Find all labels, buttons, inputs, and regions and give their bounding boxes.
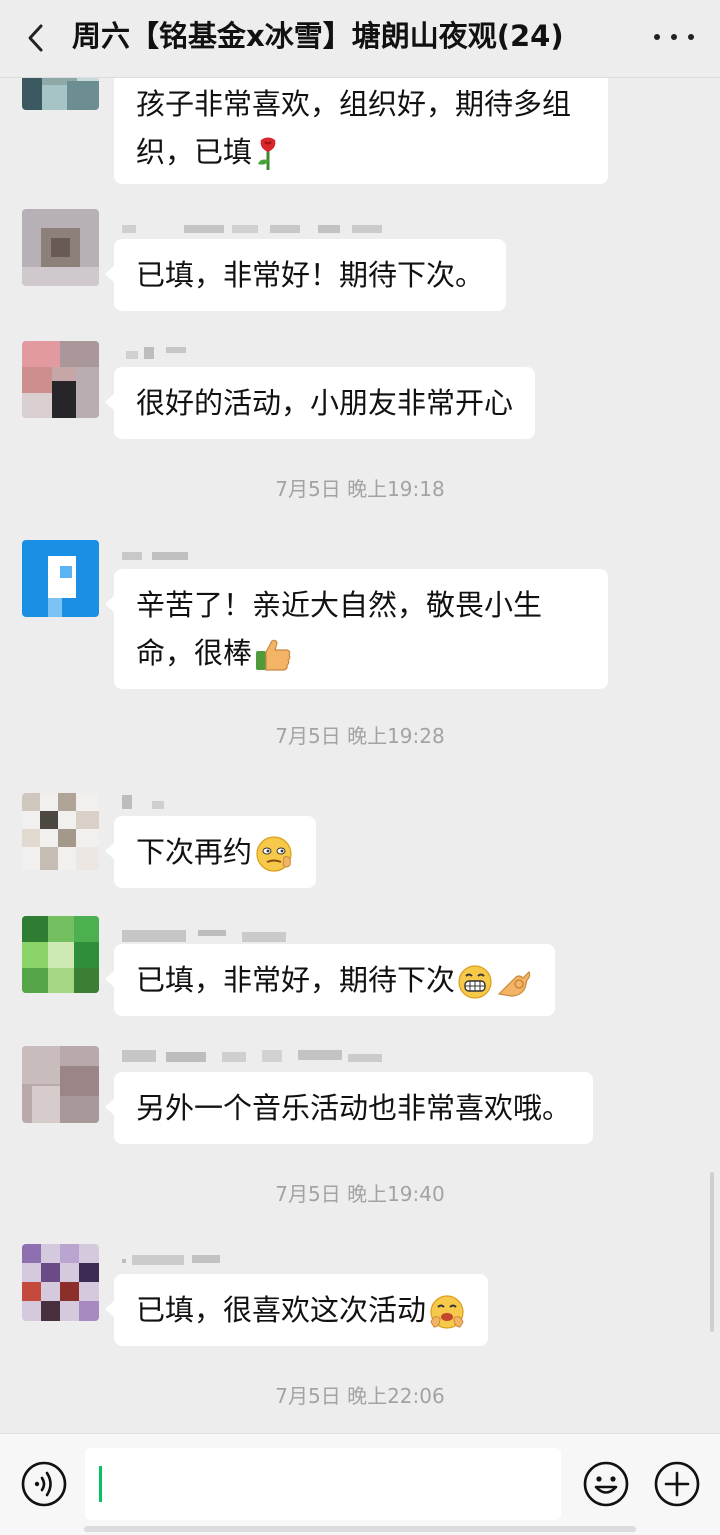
smirk-emoji-icon [256,836,292,872]
sender-name-blurred [122,1050,382,1062]
avatar[interactable] [22,78,99,110]
home-indicator [84,1526,636,1532]
message-text: 孩子非常喜欢，组织好，期待多组 [136,87,572,121]
avatar[interactable] [22,540,99,617]
grin-emoji-icon [458,965,492,999]
scrollbar[interactable] [710,1172,714,1332]
plus-icon [654,1461,700,1507]
more-button[interactable] [654,22,694,52]
message-text: 已填，非常好！期待下次。 [136,258,485,292]
avatar[interactable] [22,1244,99,1321]
sender-name-blurred [122,225,382,233]
timestamp: 7月5日 晚上19:28 [275,724,445,748]
more-dots-icon [654,34,660,40]
ok-hand-emoji-icon [497,970,531,997]
back-button[interactable] [18,20,54,56]
message-input[interactable] [85,1448,561,1520]
text-caret [99,1466,102,1502]
sender-name-blurred [126,347,186,359]
message-list[interactable]: 孩子非常喜欢，组织好，期待多组 织，已填 已填，非常好！期待下次。 很好的活动，… [0,78,720,1433]
message-bubble[interactable]: 已填，很喜欢这次活动 [104,1274,489,1346]
avatar[interactable] [22,1046,99,1123]
message-bubble[interactable]: 已填，非常好，期待下次 [104,944,556,1016]
message-text: 很好的活动，小朋友非常开心 [136,386,514,420]
more-actions-button[interactable] [653,1460,701,1508]
timestamp: 7月5日 晚上22:06 [275,1384,445,1408]
message-text: 下次再约 [136,835,253,869]
avatar[interactable] [22,916,99,993]
message-bubble[interactable]: 很好的活动，小朋友非常开心 [104,367,536,439]
message-text: 织，已填 [136,135,253,169]
avatar[interactable] [22,341,99,418]
sender-name-blurred [122,1255,220,1265]
avatar[interactable] [22,209,99,286]
message-bubble[interactable]: 下次再约 [104,816,317,888]
voice-icon [21,1461,67,1507]
message-bubble[interactable]: 孩子非常喜欢，组织好，期待多组 织，已填 [114,78,608,184]
timestamp: 7月5日 晚上19:18 [275,477,445,501]
rose-emoji-icon [258,137,276,170]
sender-name-blurred [122,795,164,809]
avatar[interactable] [22,793,99,870]
thumbs-up-emoji-icon [256,639,291,671]
giggle-emoji-icon [430,1295,464,1329]
sender-name-blurred [122,930,286,942]
message-bubble[interactable]: 已填，非常好！期待下次。 [104,239,507,311]
sender-name-blurred [122,552,188,560]
message-text: 已填，非常好，期待下次 [136,963,456,997]
message-text: 已填，很喜欢这次活动 [136,1293,427,1327]
message-bubble[interactable]: 辛苦了！亲近大自然，敬畏小生 命，很棒 [105,569,608,689]
chevron-left-icon [28,24,43,52]
message-text: 命，很棒 [136,636,253,670]
chat-header: 周六【铭基金x冰雪】塘朗山夜观(24) [0,0,720,78]
emoji-button[interactable] [582,1460,630,1508]
voice-button[interactable] [20,1460,68,1508]
input-bar [0,1433,720,1535]
message-text: 另外一个音乐活动也非常喜欢哦。 [136,1091,572,1125]
emoji-icon [583,1461,629,1507]
chat-title: 周六【铭基金x冰雪】塘朗山夜观(24) [72,19,564,53]
timestamp: 7月5日 晚上19:40 [275,1182,445,1206]
message-bubble[interactable]: 另外一个音乐活动也非常喜欢哦。 [104,1072,594,1144]
message-text: 辛苦了！亲近大自然，敬畏小生 [136,588,543,622]
